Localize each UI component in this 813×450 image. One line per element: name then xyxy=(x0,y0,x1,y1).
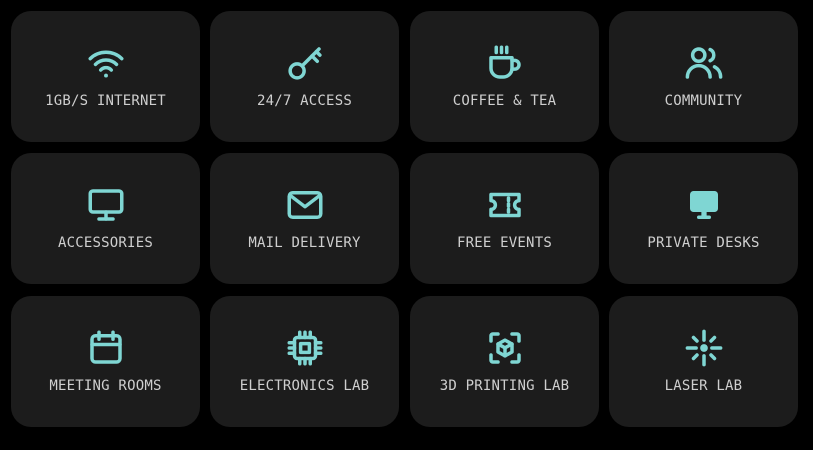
chip-icon xyxy=(283,326,327,370)
amenity-label: ACCESSORIES xyxy=(58,235,153,251)
calendar-icon xyxy=(84,326,128,370)
monitor-icon xyxy=(84,183,128,227)
key-icon xyxy=(283,41,327,85)
amenity-card-community: COMMUNITY xyxy=(609,11,798,142)
amenity-label: PRIVATE DESKS xyxy=(647,235,760,251)
amenity-label: 3D PRINTING LAB xyxy=(439,378,570,394)
coffee-cup-icon xyxy=(483,41,527,85)
amenity-label: 1GB/S INTERNET xyxy=(45,93,166,109)
amenity-card-electronics: ELECTRONICS LAB xyxy=(210,296,399,427)
amenity-card-coffee: COFFEE & TEA xyxy=(410,11,599,142)
cube-scan-icon xyxy=(483,326,527,370)
amenity-label: MAIL DELIVERY xyxy=(248,235,361,251)
desk-monitor-icon xyxy=(682,183,726,227)
amenity-card-internet: 1GB/S INTERNET xyxy=(11,11,200,142)
amenity-card-laser: LASER LAB xyxy=(609,296,798,427)
amenity-label: FREE EVENTS xyxy=(457,235,552,251)
mail-icon xyxy=(283,183,327,227)
amenity-label: LASER LAB xyxy=(664,378,743,394)
amenities-grid: 1GB/S INTERNET 24/7 ACCESS COFFEE & TEA xyxy=(0,0,813,450)
amenity-label: MEETING ROOMS xyxy=(49,378,162,394)
amenity-card-accessories: ACCESSORIES xyxy=(11,153,200,284)
ticket-icon xyxy=(483,183,527,227)
users-icon xyxy=(682,41,726,85)
wifi-icon xyxy=(84,41,128,85)
amenity-card-meeting: MEETING ROOMS xyxy=(11,296,200,427)
amenity-card-access: 24/7 ACCESS xyxy=(210,11,399,142)
laser-icon xyxy=(682,326,726,370)
amenity-label: 24/7 ACCESS xyxy=(257,93,352,109)
amenity-card-mail: MAIL DELIVERY xyxy=(210,153,399,284)
amenity-card-3d-printing: 3D PRINTING LAB xyxy=(410,296,599,427)
amenity-label: COMMUNITY xyxy=(664,93,743,109)
amenity-label: ELECTRONICS LAB xyxy=(239,378,370,394)
amenity-card-events: FREE EVENTS xyxy=(410,153,599,284)
amenity-card-desks: PRIVATE DESKS xyxy=(609,153,798,284)
amenity-label: COFFEE & TEA xyxy=(452,93,557,109)
